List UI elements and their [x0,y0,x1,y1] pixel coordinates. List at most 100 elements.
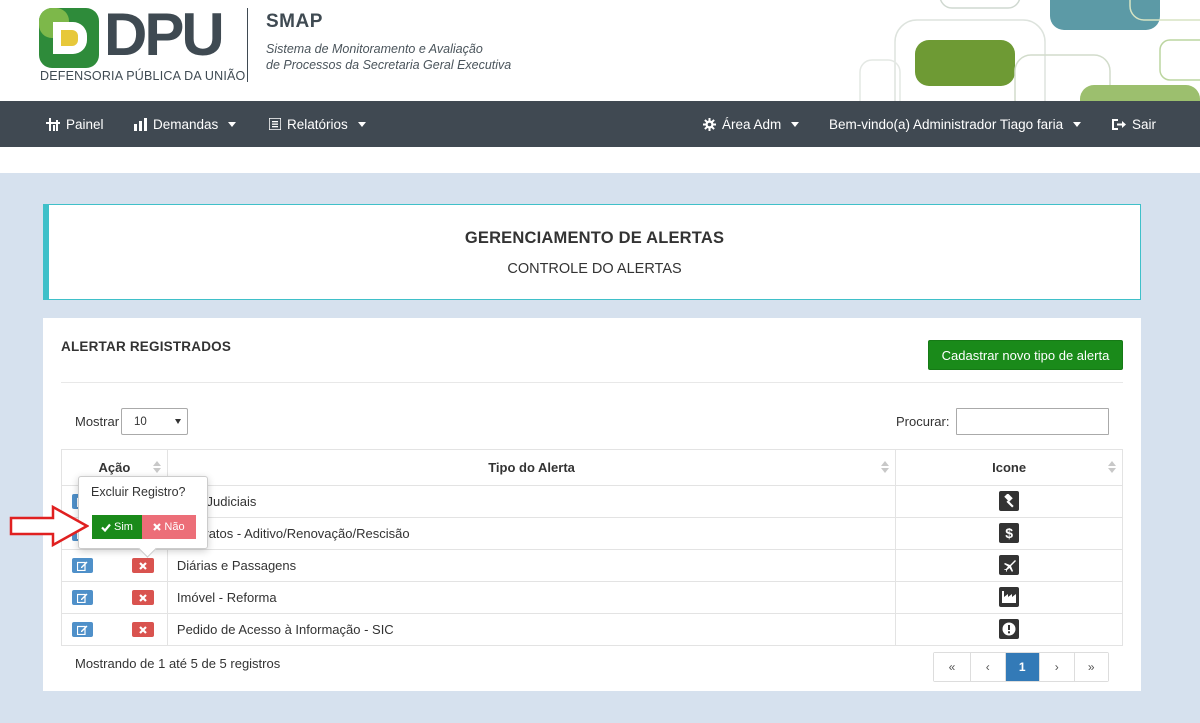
pagination: « ‹ 1 › » [933,652,1109,682]
close-icon [153,523,162,531]
sitemap-icon [134,117,147,131]
dashboard-icon [46,117,60,131]
alert-icon-cell: $ [895,517,1123,550]
alert-icon-cell [895,485,1123,518]
table-row: Imóvel - Reforma [61,581,1123,614]
column-header-icone[interactable]: Icone [895,449,1123,486]
page-first-button[interactable]: « [934,653,970,681]
column-header-acao-label: Ação [98,460,131,475]
column-header-tipo-label: Tipo do Alerta [488,460,575,475]
table-row: Pedido de Acesso à Informação - SIC [61,613,1123,646]
chevron-down-icon [1073,121,1082,127]
alerts-table: Ação Tipo do Alerta Icone Atos Judiciais [61,449,1123,646]
page-title: GERENCIAMENTO DE ALERTAS [464,229,725,247]
header-divider [247,8,248,82]
edit-button[interactable] [72,558,93,573]
sort-icon [152,461,161,475]
edit-button[interactable] [72,590,93,605]
row-actions [61,613,168,646]
industry-icon [999,587,1020,607]
delete-button[interactable] [132,590,154,605]
dollar-icon: $ [999,523,1020,543]
nav-user-menu[interactable]: Bem-vindo(a) Administrador Tiago faria [829,101,1082,147]
table-row: Atos Judiciais [61,485,1123,518]
popover-title: Excluir Registro? [91,485,186,499]
nav-relatorios-label: Relatórios [287,116,348,132]
nav-demandas[interactable]: Demandas [134,101,237,147]
column-header-tipo[interactable]: Tipo do Alerta [166,449,897,486]
add-alert-type-button[interactable]: Cadastrar novo tipo de alerta [928,340,1123,370]
app-description-line1: Sistema de Monitoramento e Avaliação [266,42,483,56]
table-info: Mostrando de 1 até 5 de 5 registros [75,656,281,671]
page-subtitle: CONTROLE DO ALERTAS [507,261,682,277]
search-label: Procurar: [896,414,950,429]
confirm-yes-label: Sim [114,521,133,533]
column-header-icone-label: Icone [992,460,1027,475]
table-row: Contratos - Aditivo/Renovação/Rescisão $ [61,517,1123,550]
page-prev-button[interactable]: ‹ [970,653,1005,681]
nav-area-adm-label: Área Adm [722,116,782,132]
alert-type-cell: Imóvel - Reforma [166,581,897,614]
app-name: SMAP [266,11,323,32]
sign-out-icon [1112,118,1126,130]
header: DPU DEFENSORIA PÚBLICA DA UNIÃO SMAP Sis… [0,0,1200,101]
chevron-down-icon [791,121,800,127]
nav-sair[interactable]: Sair [1112,101,1156,147]
confirm-no-label: Não [164,521,185,533]
section-title: ALERTAR REGISTRADOS [61,339,232,354]
gavel-icon [999,491,1020,511]
nav-welcome-label: Bem-vindo(a) Administrador Tiago faria [829,116,1064,132]
sort-icon [1108,461,1116,475]
nav-demandas-label: Demandas [153,116,219,132]
page-last-button[interactable]: » [1073,653,1108,681]
page-next-button[interactable]: › [1039,653,1074,681]
close-icon [139,593,147,602]
title-panel: GERENCIAMENTO DE ALERTAS CONTROLE DO ALE… [43,204,1141,300]
check-icon [101,523,111,532]
edit-icon [77,561,88,571]
app-description: Sistema de Monitoramento e Avaliação de … [266,41,511,73]
dpu-logo-icon [39,8,99,68]
close-icon [139,561,147,570]
table-header-row: Ação Tipo do Alerta Icone [61,449,1123,486]
page-size-select[interactable]: 10 [121,408,188,435]
edit-icon [77,625,88,635]
sort-icon [881,461,890,475]
alert-icon-cell [895,549,1123,582]
confirm-no-button[interactable]: Não [142,515,196,539]
section-divider [61,382,1123,383]
alert-icon-cell [895,581,1123,614]
app-description-line2: de Processos da Secretaria Geral Executi… [266,58,512,72]
close-icon [139,625,147,634]
edit-button[interactable] [72,622,93,637]
exclamation-circle-icon [999,619,1020,639]
logo-text: DPU [104,1,225,68]
alert-type-cell: Atos Judiciais [166,485,897,518]
delete-button[interactable] [132,558,154,573]
nav-area-adm[interactable]: Área Adm [703,101,800,147]
nav-painel[interactable]: Painel [46,101,104,147]
alert-type-cell: Diárias e Passagens [166,549,897,582]
page-number-button[interactable]: 1 [1004,653,1039,681]
subheader-strip [0,147,1200,173]
nav-painel-label: Painel [66,116,104,132]
alert-icon-cell [895,613,1123,646]
alert-type-cell: Pedido de Acesso à Informação - SIC [166,613,897,646]
page-size-label: Mostrar [75,414,120,429]
gear-icon [703,117,716,131]
alert-type-cell: Contratos - Aditivo/Renovação/Rescisão [166,517,897,550]
chevron-down-icon [357,121,366,127]
confirm-yes-button[interactable]: Sim [92,515,142,539]
navbar: Painel Demandas Relatórios Área Adm Bem-… [0,101,1200,147]
header-decoration [859,0,1200,101]
row-actions [61,581,168,614]
plane-icon [999,555,1020,575]
nav-relatorios[interactable]: Relatórios [269,101,366,147]
annotation-arrow-icon [9,505,89,547]
page-size-value: 10 [134,415,147,428]
row-actions [61,549,168,582]
logo-subtitle: DEFENSORIA PÚBLICA DA UNIÃO [40,69,246,83]
delete-button[interactable] [132,622,154,637]
table-row: Diárias e Passagens [61,549,1123,582]
search-input[interactable] [956,408,1109,435]
